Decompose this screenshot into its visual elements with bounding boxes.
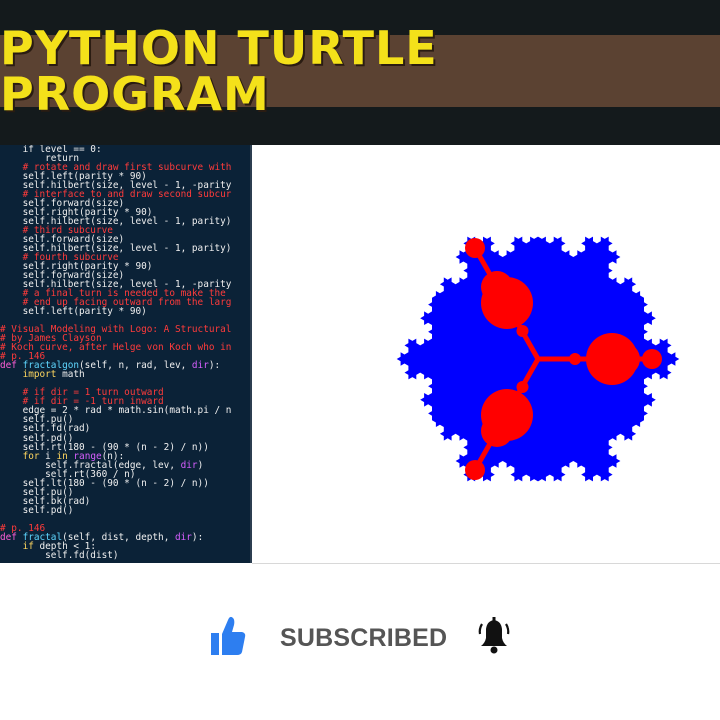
code-line: import math [0,370,250,379]
branch-medium-blob [481,271,513,303]
branch-tip-blob [465,238,485,258]
code-line: self.left(parity * 90) [0,307,250,316]
koch-fractalgon-drawing [396,236,680,482]
code-token: ) [197,459,204,471]
turtle-canvas [252,145,720,564]
branch-medium-blob [608,343,640,375]
code-token: math [56,369,85,381]
code-line: self.fd(dist) [0,551,250,560]
branch-tip-blob [465,460,485,480]
code-token: import [0,369,57,381]
code-token: self.left(parity * 90) [0,306,147,318]
code-token: ): [208,360,221,372]
code-editor[interactable]: if level == 0: return # rotate and draw … [0,145,252,563]
code-token: dir [191,360,209,372]
branch-tip-blob [642,349,662,369]
branch-small-blob [569,353,581,365]
code-token: dir [180,459,198,471]
thumbs-up-icon[interactable] [208,614,248,662]
code-token: self.fd(dist) [0,549,119,561]
subscribe-row: SUBSCRIBED [208,612,511,664]
code-text: if level == 0: return # rotate and draw … [0,145,250,560]
bell-ringing-icon[interactable] [477,616,511,660]
banner-title: PYTHON TURTLE PROGRAM [0,21,438,121]
branch-small-blob [516,381,529,393]
code-token: ): [191,531,204,543]
code-line: self.pd() [0,504,250,516]
branch-medium-blob [481,415,513,447]
subscribed-label[interactable]: SUBSCRIBED [280,624,447,653]
title-banner: PYTHON TURTLE PROGRAM [0,25,720,117]
branch-small-blob [516,325,529,337]
code-token: self.pd() [0,504,74,516]
code-token: dir [174,531,192,543]
code-token: (self, n, rad, lev, [79,360,192,372]
